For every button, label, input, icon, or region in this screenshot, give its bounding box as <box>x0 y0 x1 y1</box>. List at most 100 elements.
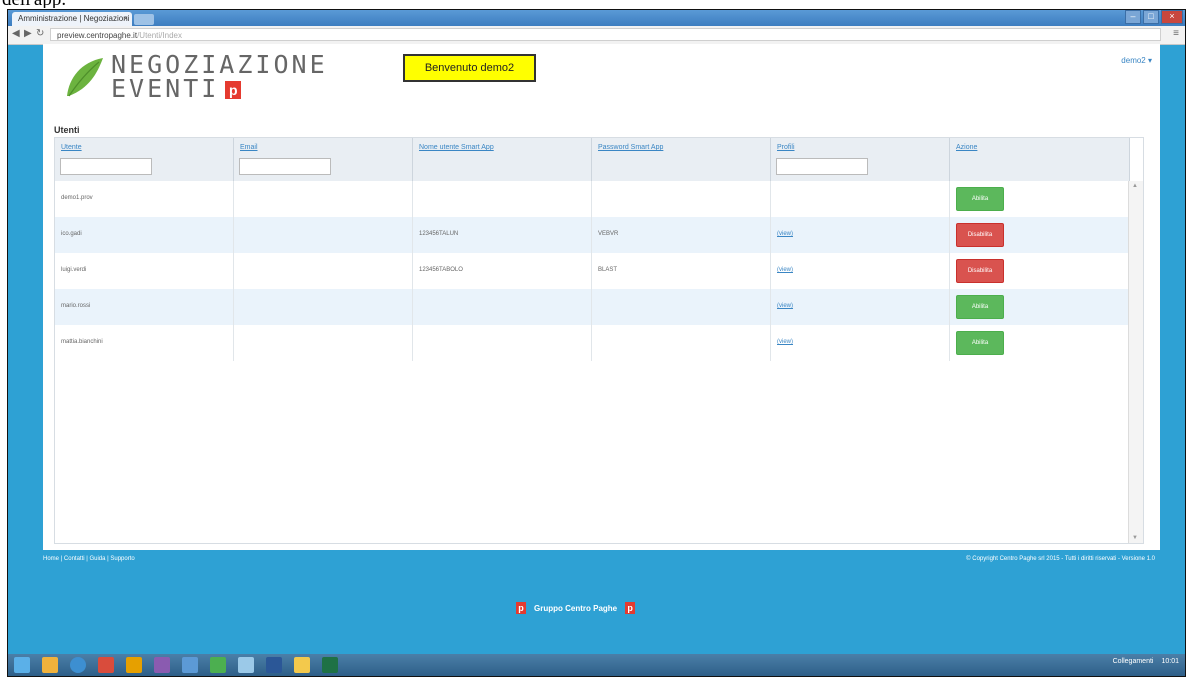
leaf-logo-icon <box>67 58 103 97</box>
table-cell-utente: luigi.verdi <box>55 253 234 289</box>
grid-header: Utente Email Nome utente Smart App Passw… <box>55 138 1130 181</box>
document-fragment-text: dell'app. <box>2 0 66 8</box>
window-controls: – □ × <box>1125 10 1183 24</box>
cell-text: 123456TABOLO <box>419 267 463 273</box>
table-cell-password-smart <box>592 325 771 361</box>
browser-menu-icon[interactable]: ≡ <box>1173 28 1179 39</box>
table-cell-password-smart <box>592 289 771 325</box>
sort-azione-link[interactable]: Azione <box>956 144 977 151</box>
taskbar-app-icon[interactable] <box>126 657 142 673</box>
users-grid: Utente Email Nome utente Smart App Passw… <box>54 137 1144 544</box>
user-menu[interactable]: demo2 ▾ <box>1121 56 1152 65</box>
taskbar-chrome-icon[interactable] <box>210 657 226 673</box>
browser-tab[interactable]: Amministrazione | Negoziazioni × <box>12 12 132 26</box>
browser-titlebar: Amministrazione | Negoziazioni × – □ × <box>8 10 1185 26</box>
address-toolbar: ◀ ▶ ↻ preview.centropaghe.it/Utenti/Inde… <box>8 26 1185 45</box>
cell-text: ico.gadi <box>61 231 82 237</box>
profili-link[interactable]: (view) <box>777 231 793 237</box>
table-row[interactable]: mario.rossi (view) Abilita <box>55 289 1130 325</box>
sort-password-smart-link[interactable]: Password Smart App <box>598 144 663 151</box>
address-bar[interactable]: preview.centropaghe.it/Utenti/Index <box>50 28 1161 41</box>
taskbar-app-icon[interactable] <box>238 657 254 673</box>
taskbar-app-icon[interactable] <box>98 657 114 673</box>
maximize-button[interactable]: □ <box>1143 10 1159 24</box>
sort-utente-link[interactable]: Utente <box>61 144 82 151</box>
column-header-profili: Profili <box>771 138 950 181</box>
table-cell-nome-smart <box>413 181 592 217</box>
cell-text: luigi.verdi <box>61 267 87 273</box>
tab-title: Amministrazione | Negoziazioni <box>18 14 130 23</box>
footer-links[interactable]: Home | Contatti | Guida | Supporto <box>43 556 135 562</box>
table-cell-azione: Disabilita <box>950 253 1130 289</box>
taskbar-app-icon[interactable] <box>70 657 86 673</box>
column-header-password-smart: Password Smart App <box>592 138 771 181</box>
table-cell-password-smart: VEBVR <box>592 217 771 253</box>
profili-link[interactable]: (view) <box>777 339 793 345</box>
app-page: NEGOZIAZIONE EVENTI p Benvenuto demo2 dem… <box>43 44 1160 550</box>
table-cell-azione: Abilita <box>950 181 1130 217</box>
taskbar-folder-icon[interactable] <box>294 657 310 673</box>
column-header-nome-smart: Nome utente Smart App <box>413 138 592 181</box>
filter-utente-input[interactable] <box>60 158 152 175</box>
table-cell-nome-smart: 123456TALUN <box>413 217 592 253</box>
sort-nome-smart-link[interactable]: Nome utente Smart App <box>419 144 494 151</box>
cell-text: mario.rossi <box>61 303 91 309</box>
table-cell-utente: mario.rossi <box>55 289 234 325</box>
cp-logo-icon: p <box>225 81 242 99</box>
url-path: /Utenti/Index <box>137 31 182 40</box>
system-tray: Collegamenti 10:01 <box>1113 658 1179 665</box>
profili-link[interactable]: (view) <box>777 267 793 273</box>
disable-button[interactable]: Disabilita <box>956 259 1004 283</box>
enable-button[interactable]: Abilita <box>956 187 1004 211</box>
scroll-up-icon[interactable]: ▲ <box>1132 183 1138 189</box>
column-header-email: Email <box>234 138 413 181</box>
tray-label[interactable]: Collegamenti <box>1113 658 1154 665</box>
filter-email-input[interactable] <box>239 158 331 175</box>
table-cell-profili: (view) <box>771 325 950 361</box>
taskbar-app-icon[interactable] <box>154 657 170 673</box>
vertical-scrollbar[interactable]: ▲ ▼ <box>1128 181 1143 543</box>
table-cell-azione: Abilita <box>950 325 1130 361</box>
enable-button[interactable]: Abilita <box>956 331 1004 355</box>
table-cell-email <box>234 253 413 289</box>
forward-arrow-icon[interactable]: ▶ <box>24 28 32 39</box>
taskbar-excel-icon[interactable] <box>322 657 338 673</box>
brand-text: Gruppo Centro Paghe <box>534 603 618 613</box>
table-row[interactable]: demo1.prov Abilita <box>55 181 1130 217</box>
taskbar-app-icon[interactable] <box>42 657 58 673</box>
table-row[interactable]: mattia.bianchini (view) Abilita <box>55 325 1130 361</box>
profili-link[interactable]: (view) <box>777 303 793 309</box>
close-window-button[interactable]: × <box>1161 10 1183 24</box>
sort-profili-link[interactable]: Profili <box>777 144 795 151</box>
reload-icon[interactable]: ↻ <box>36 28 44 39</box>
table-cell-azione: Abilita <box>950 289 1130 325</box>
enable-button[interactable]: Abilita <box>956 295 1004 319</box>
sort-email-link[interactable]: Email <box>240 144 258 151</box>
table-cell-profili: (view) <box>771 217 950 253</box>
table-cell-utente: ico.gadi <box>55 217 234 253</box>
disable-button[interactable]: Disabilita <box>956 223 1004 247</box>
table-row[interactable]: luigi.verdi 123456TABOLO BLAST (view) Disabi… <box>55 253 1130 289</box>
taskbar-app-icon[interactable] <box>182 657 198 673</box>
table-cell-email <box>234 181 413 217</box>
table-cell-profili <box>771 181 950 217</box>
back-arrow-icon[interactable]: ◀ <box>12 28 20 39</box>
filter-profili-input[interactable] <box>776 158 868 175</box>
cp-logo-right-icon: p <box>625 602 636 614</box>
tab-close-icon[interactable]: × <box>123 12 128 26</box>
footer-copyright: © Copyright Centro Paghe srl 2015 - Tutt… <box>966 556 1155 562</box>
table-cell-email <box>234 217 413 253</box>
new-tab-button[interactable] <box>134 14 154 25</box>
table-cell-email <box>234 325 413 361</box>
taskbar-word-icon[interactable] <box>266 657 282 673</box>
cell-text: demo1.prov <box>61 195 93 201</box>
scroll-down-icon[interactable]: ▼ <box>1132 535 1138 541</box>
windows-taskbar: Collegamenti 10:01 <box>8 654 1185 676</box>
minimize-button[interactable]: – <box>1125 10 1141 24</box>
table-row[interactable]: ico.gadi 123456TALUN VEBVR (view) Disabilita <box>55 217 1130 253</box>
clock[interactable]: 10:01 <box>1161 658 1179 665</box>
table-cell-password-smart: BLAST <box>592 253 771 289</box>
table-cell-email <box>234 289 413 325</box>
table-cell-nome-smart <box>413 325 592 361</box>
start-button-icon[interactable] <box>14 657 30 673</box>
